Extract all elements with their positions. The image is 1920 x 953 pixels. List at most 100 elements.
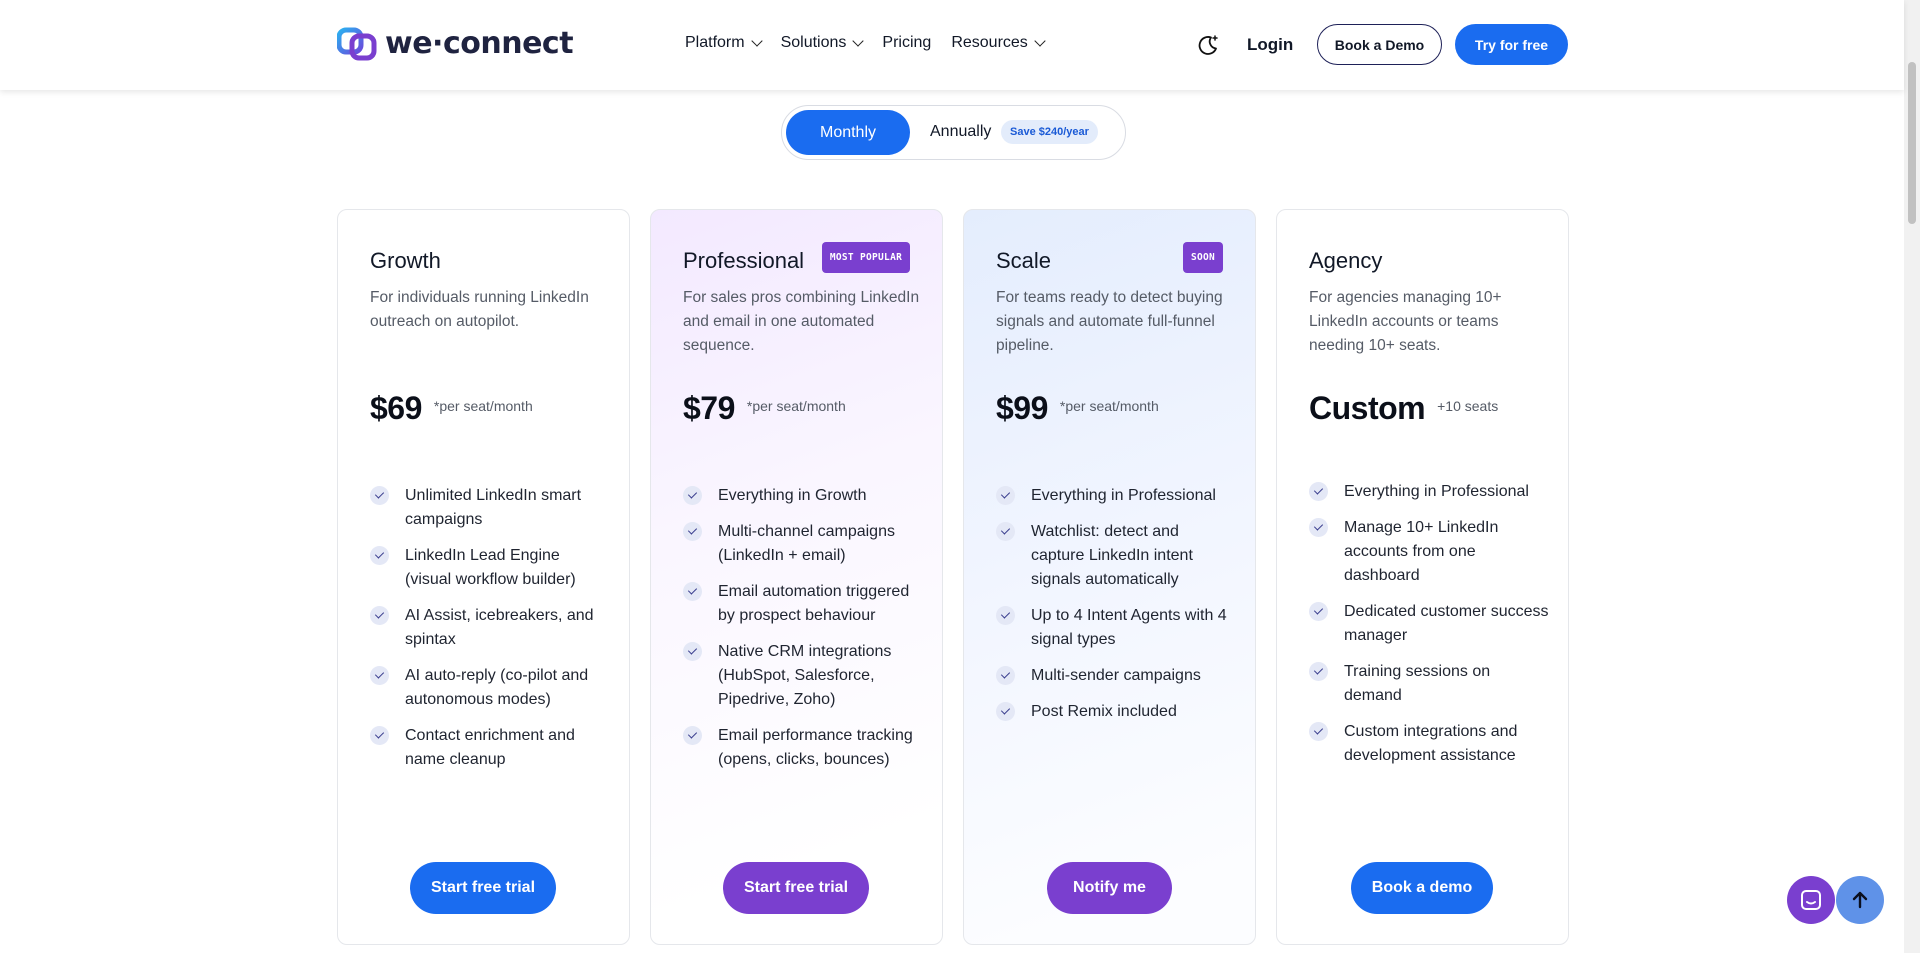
feature-text: Dedicated customer success manager bbox=[1344, 603, 1549, 644]
feature-item: Up to 4 Intent Agents with 4 signal type… bbox=[996, 604, 1236, 652]
scrollbar-thumb[interactable] bbox=[1908, 62, 1916, 224]
nav-solutions-label: Solutions bbox=[780, 34, 847, 51]
feature-item: Native CRM integrations (HubSpot, Salesf… bbox=[683, 640, 923, 712]
check-icon bbox=[370, 606, 389, 625]
book-a-demo-button[interactable]: Book a demo bbox=[1351, 862, 1493, 914]
billing-monthly-option[interactable]: Monthly bbox=[786, 110, 910, 155]
book-demo-button[interactable]: Book a Demo bbox=[1317, 24, 1442, 65]
logo-text: we·connect bbox=[385, 26, 574, 61]
check-icon bbox=[996, 666, 1015, 685]
price-row: $79 *per seat/month bbox=[683, 390, 846, 427]
check-icon bbox=[683, 486, 702, 505]
check-icon bbox=[1309, 482, 1328, 501]
price-note: *per seat/month bbox=[433, 398, 533, 414]
plan-price: $69 bbox=[370, 390, 422, 426]
check-icon bbox=[683, 642, 702, 661]
feature-text: Multi-sender campaigns bbox=[1031, 667, 1201, 684]
feature-text: Training sessions on demand bbox=[1344, 663, 1491, 704]
plan-card-agency: Agency For agencies managing 10+ LinkedI… bbox=[1276, 209, 1569, 945]
scroll-to-top-button[interactable] bbox=[1836, 876, 1884, 924]
start-free-trial-button[interactable]: Start free trial bbox=[410, 862, 556, 914]
plan-name: Scale bbox=[996, 248, 1052, 273]
plan-card-professional: Professional MOST POPULAR For sales pros… bbox=[650, 209, 943, 945]
soon-badge: SOON bbox=[1183, 242, 1223, 273]
feature-text: Everything in Growth bbox=[718, 487, 867, 504]
price-note: *per seat/month bbox=[1059, 398, 1159, 414]
feature-text: Manage 10+ LinkedIn accounts from one da… bbox=[1344, 519, 1499, 584]
check-icon bbox=[370, 546, 389, 565]
plan-price: $99 bbox=[996, 390, 1048, 426]
feature-text: Email performance tracking (opens, click… bbox=[718, 727, 913, 768]
plan-description: For teams ready to detect buying signals… bbox=[996, 289, 1223, 354]
chat-icon bbox=[1801, 890, 1821, 910]
feature-item: Everything in Growth bbox=[683, 484, 923, 508]
billing-toggle: Monthly Annually Save $240/year bbox=[781, 105, 1126, 160]
feature-list: Unlimited LinkedIn smart campaigns Linke… bbox=[370, 484, 610, 784]
feature-text: Unlimited LinkedIn smart campaigns bbox=[405, 487, 582, 528]
feature-item: Custom integrations and development assi… bbox=[1309, 720, 1549, 768]
nav-platform[interactable]: Platform bbox=[685, 34, 763, 52]
start-free-trial-button[interactable]: Start free trial bbox=[723, 862, 869, 914]
chevron-down-icon bbox=[750, 35, 763, 47]
most-popular-badge: MOST POPULAR bbox=[822, 242, 910, 273]
arrow-up-icon bbox=[1852, 891, 1868, 909]
price-note: *per seat/month bbox=[746, 398, 846, 414]
nav-platform-label: Platform bbox=[685, 34, 745, 51]
feature-text: AI auto-reply (co-pilot and autonomous m… bbox=[405, 667, 589, 708]
nav-resources[interactable]: Resources bbox=[951, 34, 1046, 52]
price-note: +10 seats bbox=[1437, 398, 1499, 414]
nav-pricing[interactable]: Pricing bbox=[882, 34, 931, 52]
chevron-down-icon bbox=[852, 35, 865, 47]
check-icon bbox=[370, 726, 389, 745]
feature-text: Up to 4 Intent Agents with 4 signal type… bbox=[1031, 607, 1227, 648]
login-link[interactable]: Login bbox=[1247, 35, 1293, 55]
feature-item: AI auto-reply (co-pilot and autonomous m… bbox=[370, 664, 610, 712]
price-row: Custom +10 seats bbox=[1309, 390, 1498, 427]
check-icon bbox=[370, 486, 389, 505]
try-free-button[interactable]: Try for free bbox=[1455, 24, 1568, 65]
site-header: we·connect Platform Solutions Pricing Re… bbox=[0, 0, 1904, 90]
feature-text: Multi-channel campaigns (LinkedIn + emai… bbox=[718, 523, 895, 564]
feature-item: Watchlist: detect and capture LinkedIn i… bbox=[996, 520, 1236, 592]
logo-icon bbox=[337, 27, 377, 60]
notify-me-button[interactable]: Notify me bbox=[1047, 862, 1172, 914]
price-row: $69 *per seat/month bbox=[370, 390, 533, 427]
plan-name: Growth bbox=[370, 248, 441, 273]
feature-text: Email automation triggered by prospect b… bbox=[718, 583, 910, 624]
plan-description: For individuals running LinkedIn outreac… bbox=[370, 289, 589, 330]
feature-item: Contact enrichment and name cleanup bbox=[370, 724, 610, 772]
check-icon bbox=[996, 522, 1015, 541]
feature-item: Multi-sender campaigns bbox=[996, 664, 1236, 688]
feature-item: AI Assist, icebreakers, and spintax bbox=[370, 604, 610, 652]
plan-name: Agency bbox=[1309, 248, 1383, 273]
logo[interactable]: we·connect bbox=[337, 26, 574, 61]
feature-text: Contact enrichment and name cleanup bbox=[405, 727, 575, 768]
feature-list: Everything in Professional Watchlist: de… bbox=[996, 484, 1236, 736]
feature-item: Everything in Professional bbox=[1309, 480, 1549, 504]
main-nav: Platform Solutions Pricing Resources bbox=[685, 34, 1046, 52]
feature-item: Dedicated customer success manager bbox=[1309, 600, 1549, 648]
feature-text: Post Remix included bbox=[1031, 703, 1177, 720]
feature-text: AI Assist, icebreakers, and spintax bbox=[405, 607, 594, 648]
check-icon bbox=[683, 522, 702, 541]
plan-price: $79 bbox=[683, 390, 735, 426]
billing-annually-option[interactable]: Annually bbox=[930, 123, 991, 141]
plan-card-growth: Growth For individuals running LinkedIn … bbox=[337, 209, 630, 945]
feature-item: LinkedIn Lead Engine (visual workflow bu… bbox=[370, 544, 610, 592]
plan-description: For sales pros combining LinkedIn and em… bbox=[683, 289, 920, 354]
check-icon bbox=[996, 606, 1015, 625]
feature-item: Multi-channel campaigns (LinkedIn + emai… bbox=[683, 520, 923, 568]
plan-card-scale: Scale SOON For teams ready to detect buy… bbox=[963, 209, 1256, 945]
check-icon bbox=[683, 726, 702, 745]
feature-item: Training sessions on demand bbox=[1309, 660, 1549, 708]
chat-launcher-button[interactable] bbox=[1787, 876, 1835, 924]
nav-pricing-label: Pricing bbox=[882, 34, 932, 51]
feature-item: Everything in Professional bbox=[996, 484, 1236, 508]
feature-list: Everything in Professional Manage 10+ Li… bbox=[1309, 480, 1549, 780]
theme-toggle-moon-icon[interactable] bbox=[1196, 33, 1220, 57]
feature-text: Everything in Professional bbox=[1344, 483, 1529, 500]
check-icon bbox=[996, 702, 1015, 721]
check-icon bbox=[1309, 602, 1328, 621]
nav-solutions[interactable]: Solutions bbox=[780, 34, 865, 52]
feature-item: Post Remix included bbox=[996, 700, 1236, 724]
